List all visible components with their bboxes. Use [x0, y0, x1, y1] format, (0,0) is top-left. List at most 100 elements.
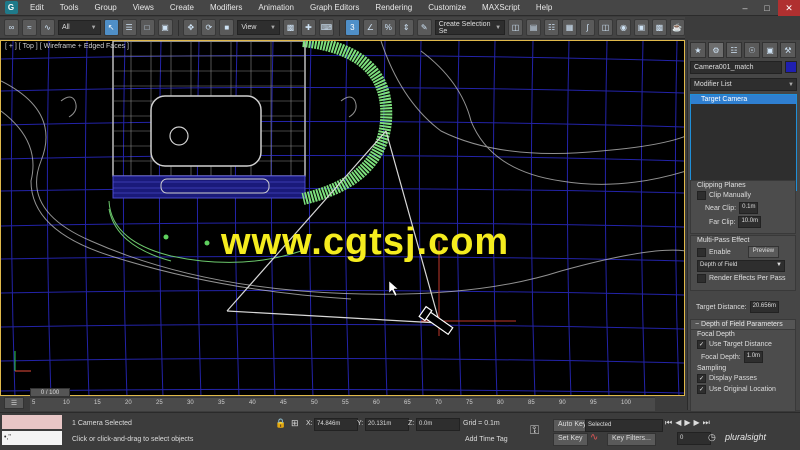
track-bar[interactable]: 5 10 15 20 25 30 35 40 45 50 55 60 65 70…	[30, 397, 655, 411]
align-icon[interactable]: ▤	[526, 19, 542, 36]
percent-snap-icon[interactable]: %	[380, 19, 396, 36]
graphite-ribbon-icon[interactable]: ▦	[562, 19, 577, 36]
render-effects-checkbox[interactable]	[697, 274, 706, 283]
select-by-name-icon[interactable]: ☰	[121, 19, 137, 36]
named-selection-set-dropdown[interactable]: Create Selection Se ▼	[434, 20, 506, 35]
top-viewport[interactable]: [ + ] [ Top ] [ Wireframe + Edged Faces …	[0, 40, 685, 396]
reference-coord-dropdown[interactable]: View ▼	[237, 20, 280, 35]
clip-manually-checkbox[interactable]	[697, 191, 706, 200]
render-icon[interactable]: ☕	[669, 19, 685, 36]
menu-animation[interactable]: Animation	[250, 0, 302, 16]
menu-modifiers[interactable]: Modifiers	[202, 0, 250, 16]
listener-output[interactable]	[2, 415, 62, 429]
app-logo[interactable]: G	[0, 0, 22, 16]
time-slider[interactable]: 0 / 100	[30, 388, 70, 397]
hierarchy-tab-icon[interactable]: ☳	[726, 42, 742, 58]
current-frame-field[interactable]: 0	[677, 432, 711, 445]
menu-tools[interactable]: Tools	[52, 0, 87, 16]
key-icon[interactable]: ⚿	[530, 423, 539, 438]
default-tangent-icon[interactable]: ∿	[590, 432, 598, 443]
modifier-stack[interactable]: Target Camera	[690, 94, 797, 191]
material-editor-icon[interactable]: ◉	[615, 19, 631, 36]
absolute-mode-icon[interactable]: ⊞	[291, 418, 299, 429]
unlink-icon[interactable]: ≈	[21, 19, 37, 36]
dof-parameters-header[interactable]: − Depth of Field Parameters	[691, 320, 795, 330]
go-to-start-icon[interactable]: ⏮	[665, 418, 672, 428]
focal-depth-input[interactable]: 1.0m	[743, 351, 764, 363]
key-filters-button[interactable]: Key Filters...	[607, 433, 656, 446]
preview-button[interactable]: Preview	[747, 246, 780, 258]
play-icon[interactable]: ▶	[684, 418, 690, 428]
select-manipulate-icon[interactable]: ✚	[300, 19, 316, 36]
maximize-icon[interactable]: □	[756, 0, 778, 16]
bind-space-warp-icon[interactable]: ∿	[39, 19, 55, 36]
effect-dropdown[interactable]: Depth of Field ▼	[697, 260, 785, 272]
near-clip-input[interactable]: 0.1m	[739, 202, 759, 214]
spinner-snap-icon[interactable]: ⇕	[398, 19, 414, 36]
schematic-view-icon[interactable]: ◫	[597, 19, 613, 36]
create-tab-icon[interactable]: ★	[690, 42, 706, 58]
modifier-list-dropdown[interactable]: Modifier List ▼	[690, 78, 797, 91]
use-original-row: ✓ Use Original Location	[697, 385, 776, 394]
listener-input[interactable]: •,"	[2, 431, 62, 445]
menu-rendering[interactable]: Rendering	[367, 0, 420, 16]
display-passes-checkbox[interactable]: ✓	[697, 374, 706, 383]
rectangular-selection-icon[interactable]: □	[139, 19, 155, 36]
selection-filter-dropdown[interactable]: All ▼	[57, 20, 101, 35]
link-icon[interactable]: ∞	[4, 19, 19, 36]
select-rotate-icon[interactable]: ⟳	[201, 19, 217, 36]
y-coordinate-field[interactable]: 20.131m	[365, 418, 409, 431]
menu-help[interactable]: Help	[528, 0, 560, 16]
menu-views[interactable]: Views	[125, 0, 162, 16]
modify-tab-icon[interactable]: ⚙	[708, 42, 724, 58]
motion-tab-icon[interactable]: ☉	[744, 42, 760, 58]
menu-create[interactable]: Create	[162, 0, 202, 16]
curve-editor-icon[interactable]: ∫	[580, 19, 595, 36]
menu-customize[interactable]: Customize	[420, 0, 474, 16]
snap-toggle-icon[interactable]: 3	[344, 19, 360, 36]
select-object-icon[interactable]: ↖	[103, 19, 119, 36]
close-icon[interactable]: ✕	[778, 0, 800, 16]
go-to-end-icon[interactable]: ⏭	[703, 418, 710, 428]
menu-edit[interactable]: Edit	[22, 0, 52, 16]
render-frame-icon[interactable]: ▩	[651, 19, 667, 36]
menu-group[interactable]: Group	[86, 0, 124, 16]
utilities-tab-icon[interactable]: ⚒	[780, 42, 796, 58]
time-configuration-icon[interactable]: ◷	[708, 432, 716, 443]
mini-curve-editor-icon[interactable]: ☰	[4, 397, 24, 409]
mirror-icon[interactable]: ◫	[508, 19, 524, 36]
target-distance-input[interactable]: 20.656m	[749, 301, 779, 313]
viewport-label[interactable]: [ + ] [ Top ] [ Wireframe + Edged Faces …	[5, 43, 129, 50]
set-key-button[interactable]: Set Key	[553, 433, 588, 446]
render-setup-icon[interactable]: ▣	[633, 19, 649, 36]
lock-selection-icon[interactable]: 🔒	[275, 418, 286, 429]
previous-frame-icon[interactable]: ◀	[675, 418, 681, 428]
maxscript-mini-listener[interactable]: •,"	[2, 415, 62, 447]
key-mode-dropdown[interactable]: Selected	[585, 419, 663, 432]
x-coordinate-field[interactable]: 74.846m	[314, 418, 358, 431]
add-time-tag-button[interactable]: Add Time Tag	[465, 436, 508, 443]
window-crossing-icon[interactable]: ▣	[157, 19, 173, 36]
edit-named-selection-icon[interactable]: ✎	[416, 19, 432, 36]
next-frame-icon[interactable]: ▶	[694, 418, 700, 428]
object-name-field[interactable]: Camera001_match	[690, 61, 782, 74]
menu-graph-editors[interactable]: Graph Editors	[302, 0, 367, 16]
use-original-checkbox[interactable]: ✓	[697, 385, 706, 394]
use-target-checkbox[interactable]: ✓	[697, 340, 706, 349]
far-clip-input[interactable]: 10.0m	[738, 216, 762, 228]
select-scale-icon[interactable]: ■	[219, 19, 235, 36]
enable-checkbox[interactable]	[697, 247, 706, 257]
stack-item-target-camera[interactable]: Target Camera	[691, 95, 796, 104]
display-tab-icon[interactable]: ▣	[762, 42, 778, 58]
tick-label: 55	[342, 400, 349, 406]
z-coordinate-field[interactable]: 0.0m	[416, 418, 460, 431]
object-color-swatch[interactable]	[785, 61, 797, 73]
minimize-icon[interactable]: –	[734, 0, 756, 16]
keyboard-shortcut-icon[interactable]: ⌨	[318, 19, 334, 36]
viewport-canvas[interactable]	[1, 41, 685, 396]
select-move-icon[interactable]: ✥	[183, 19, 199, 36]
menu-maxscript[interactable]: MAXScript	[474, 0, 528, 16]
pivot-center-icon[interactable]: ▩	[282, 19, 298, 36]
angle-snap-icon[interactable]: ∠	[362, 19, 378, 36]
layer-manager-icon[interactable]: ☷	[544, 19, 560, 36]
